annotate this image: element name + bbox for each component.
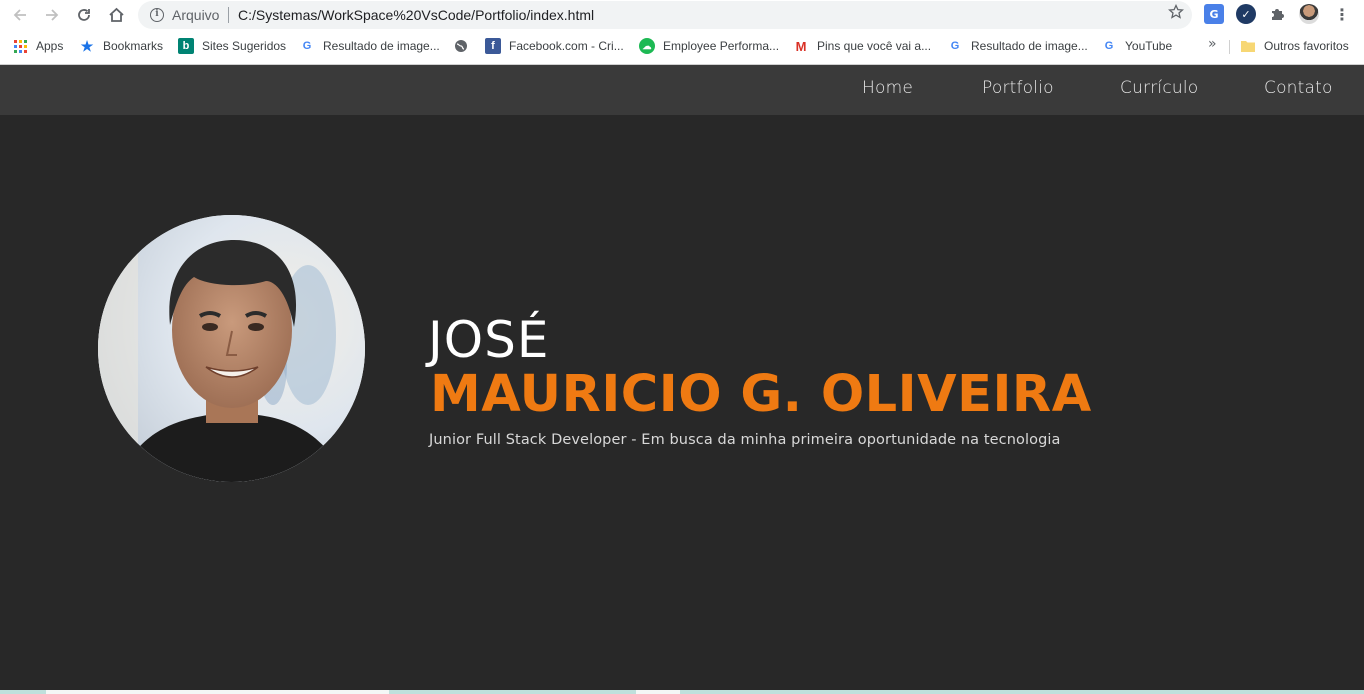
apps-grid-icon bbox=[12, 38, 28, 54]
bookmark-facebook[interactable]: f Facebook.com - Cri... bbox=[485, 36, 624, 56]
bookmark-label: Resultado de image... bbox=[971, 39, 1088, 53]
url-text[interactable]: C:/Systemas/WorkSpace%20VsCode/Portfolio… bbox=[238, 7, 594, 23]
hero-last-name: MAURICIO G. OLIVEIRA bbox=[430, 365, 1092, 424]
bookmark-label: Employee Performa... bbox=[663, 39, 780, 53]
cloud-icon: ☁ bbox=[639, 38, 655, 54]
google-icon: G bbox=[950, 40, 960, 52]
check-extension-icon[interactable]: ✓ bbox=[1236, 4, 1256, 24]
browser-chrome: i Arquivo C:/Systemas/WorkSpace%20VsCode… bbox=[0, 0, 1364, 65]
bookmark-label: Bookmarks bbox=[103, 39, 164, 53]
bookmark-sites-sugeridos[interactable]: b Sites Sugeridos bbox=[178, 36, 286, 56]
browser-toolbar: i Arquivo C:/Systemas/WorkSpace%20VsCode… bbox=[0, 0, 1364, 30]
gmail-icon: M bbox=[795, 38, 807, 54]
hero-tagline: Junior Full Stack Developer - Em busca d… bbox=[429, 432, 1061, 448]
info-icon[interactable]: i bbox=[150, 8, 164, 22]
bookmarks-divider bbox=[1229, 40, 1230, 54]
google-icon: G bbox=[1104, 40, 1114, 52]
profile-photo bbox=[98, 215, 365, 482]
nav-link-portfolio[interactable]: Portfolio bbox=[982, 78, 1054, 98]
bookmark-globe[interactable] bbox=[453, 36, 477, 56]
nav-link-home[interactable]: Home bbox=[862, 78, 913, 98]
kebab-menu-icon[interactable]: ⋮ bbox=[1332, 4, 1352, 24]
bookmark-outros-favoritos[interactable]: Outros favoritos bbox=[1240, 36, 1349, 56]
bookmarks-overflow-icon[interactable]: » bbox=[1208, 36, 1217, 52]
bookmark-employee-performance[interactable]: ☁ Employee Performa... bbox=[639, 36, 779, 56]
bookmark-label: Resultado de image... bbox=[323, 39, 440, 53]
bookmark-label: YouTube bbox=[1125, 39, 1173, 53]
globe-icon bbox=[453, 38, 469, 54]
nav-link-curriculo[interactable]: Currículo bbox=[1120, 78, 1198, 98]
star-icon: ★ bbox=[80, 37, 94, 54]
nav-link-contato[interactable]: Contato bbox=[1264, 78, 1333, 98]
bing-icon: b bbox=[178, 38, 194, 54]
address-divider bbox=[228, 7, 229, 23]
bookmark-youtube[interactable]: G YouTube bbox=[1101, 36, 1172, 56]
bookmark-resultado-1[interactable]: G Resultado de image... bbox=[299, 36, 440, 56]
arrow-right-icon[interactable] bbox=[40, 3, 64, 27]
bookmark-label: Apps bbox=[36, 39, 64, 53]
scheme-label: Arquivo bbox=[172, 7, 220, 23]
bookmark-label: Sites Sugeridos bbox=[202, 39, 287, 53]
page-bottom-strip bbox=[0, 690, 1364, 694]
profile-avatar-icon[interactable] bbox=[1299, 4, 1319, 24]
bookmark-label: Outros favoritos bbox=[1264, 39, 1349, 53]
bookmark-apps[interactable]: Apps bbox=[12, 36, 63, 56]
home-icon[interactable] bbox=[104, 3, 128, 27]
star-icon[interactable] bbox=[1168, 3, 1184, 25]
bookmarks-bar: Apps ★ Bookmarks b Sites Sugeridos G Res… bbox=[0, 32, 1364, 60]
bookmark-pins[interactable]: M Pins que você vai a... bbox=[793, 36, 932, 56]
hero-section: JOSÉ MAURICIO G. OLIVEIRA Junior Full St… bbox=[0, 115, 1364, 690]
folder-icon bbox=[1240, 38, 1256, 54]
translate-extension-icon[interactable]: G bbox=[1204, 4, 1224, 24]
hero-first-name: JOSÉ bbox=[428, 311, 550, 369]
bookmark-bookmarks[interactable]: ★ Bookmarks bbox=[79, 36, 163, 56]
reload-icon[interactable] bbox=[72, 3, 96, 27]
puzzle-icon[interactable] bbox=[1267, 4, 1287, 24]
google-icon: G bbox=[302, 40, 312, 52]
site-navbar: Home Portfolio Currículo Contato bbox=[0, 65, 1364, 115]
bookmark-resultado-2[interactable]: G Resultado de image... bbox=[947, 36, 1088, 56]
bookmark-label: Facebook.com - Cri... bbox=[509, 39, 624, 53]
bookmark-label: Pins que você vai a... bbox=[817, 39, 932, 53]
facebook-icon: f bbox=[485, 38, 501, 54]
arrow-left-icon[interactable] bbox=[8, 3, 32, 27]
address-bar[interactable]: i Arquivo C:/Systemas/WorkSpace%20VsCode… bbox=[138, 1, 1192, 29]
